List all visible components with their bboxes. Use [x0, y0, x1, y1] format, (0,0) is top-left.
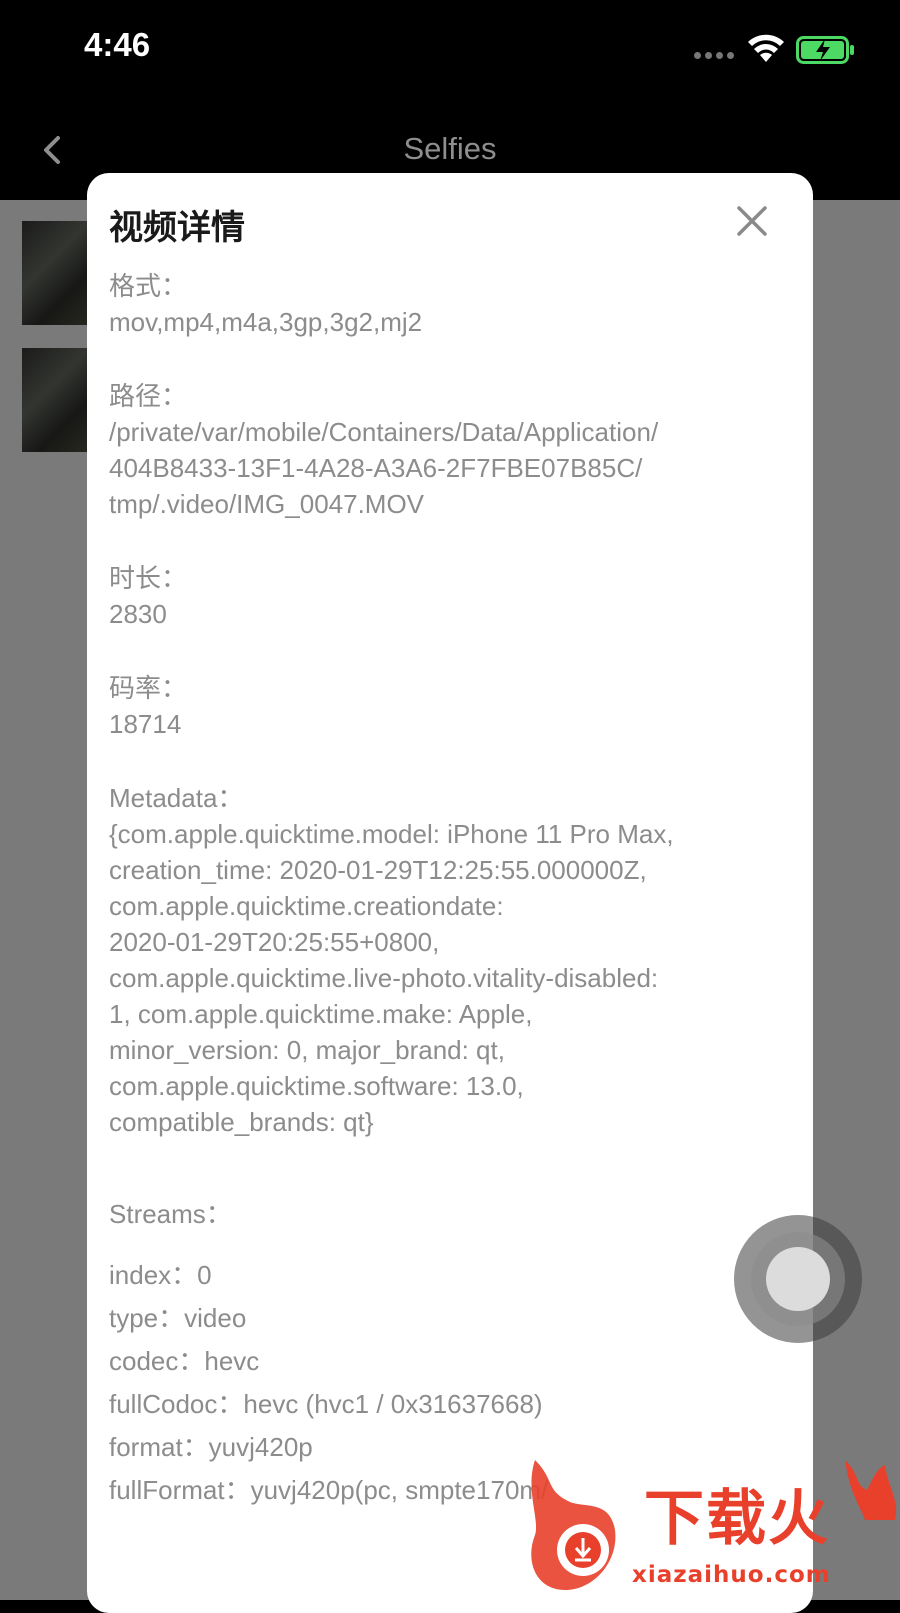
streams-label: Streams： — [109, 1199, 232, 1229]
close-icon — [737, 206, 767, 236]
field-label: 路径： — [109, 381, 188, 411]
field-label: 码率： — [109, 673, 188, 703]
status-time: 4:46 — [84, 26, 151, 63]
watermark-text: 下载火 — [644, 1484, 830, 1554]
field-value: mov,mp4,m4a,3gp,3g2,mj2 — [109, 307, 423, 337]
metadata-field: Metadata： {com.apple.quicktime.model: iP… — [109, 780, 799, 1140]
stream-codec: codec：hevc — [109, 1346, 260, 1376]
watermark-domain: xiazaihuo.com — [632, 1562, 831, 1588]
path-field: 路径： /private/var/mobile/Containers/Data/… — [109, 378, 799, 522]
field-value: 2830 — [109, 599, 167, 629]
modal-title: 视频详情 — [109, 208, 245, 248]
video-details-modal: 视频详情 格式： mov,mp4,m4a,3gp,3g2,mj2 路径： /pr… — [87, 173, 813, 1613]
cellular-signal-icon — [694, 52, 734, 59]
video-thumbnail[interactable] — [22, 348, 88, 452]
duration-field: 时长： 2830 — [109, 560, 799, 632]
stream-full-codec: fullCodoc：hevc (hvc1 / 0x31637668) — [109, 1389, 543, 1419]
assistive-touch-button[interactable] — [734, 1215, 862, 1343]
nav-title: Selfies — [403, 131, 497, 166]
close-button[interactable] — [734, 203, 770, 239]
format-field: 格式： mov,mp4,m4a,3gp,3g2,mj2 — [109, 268, 799, 340]
modal-body: 格式： mov,mp4,m4a,3gp,3g2,mj2 路径： /private… — [109, 268, 799, 1512]
field-value: 18714 — [109, 709, 182, 739]
status-bar: 4:46 — [0, 0, 900, 100]
wifi-icon — [748, 34, 784, 62]
field-value: /private/var/mobile/Containers/Data/Appl… — [109, 417, 659, 519]
stream-index: index：0 — [109, 1260, 212, 1290]
field-label: Metadata： — [109, 783, 244, 813]
bitrate-field: 码率： 18714 — [109, 670, 799, 742]
battery-charging-icon — [796, 36, 854, 64]
field-label: 时长： — [109, 563, 188, 593]
video-thumbnail[interactable] — [22, 221, 88, 325]
field-label: 格式： — [109, 271, 188, 301]
field-value: {com.apple.quicktime.model: iPhone 11 Pr… — [109, 819, 674, 1137]
stream-type: type：video — [109, 1303, 247, 1333]
assistive-touch-center — [766, 1247, 830, 1311]
